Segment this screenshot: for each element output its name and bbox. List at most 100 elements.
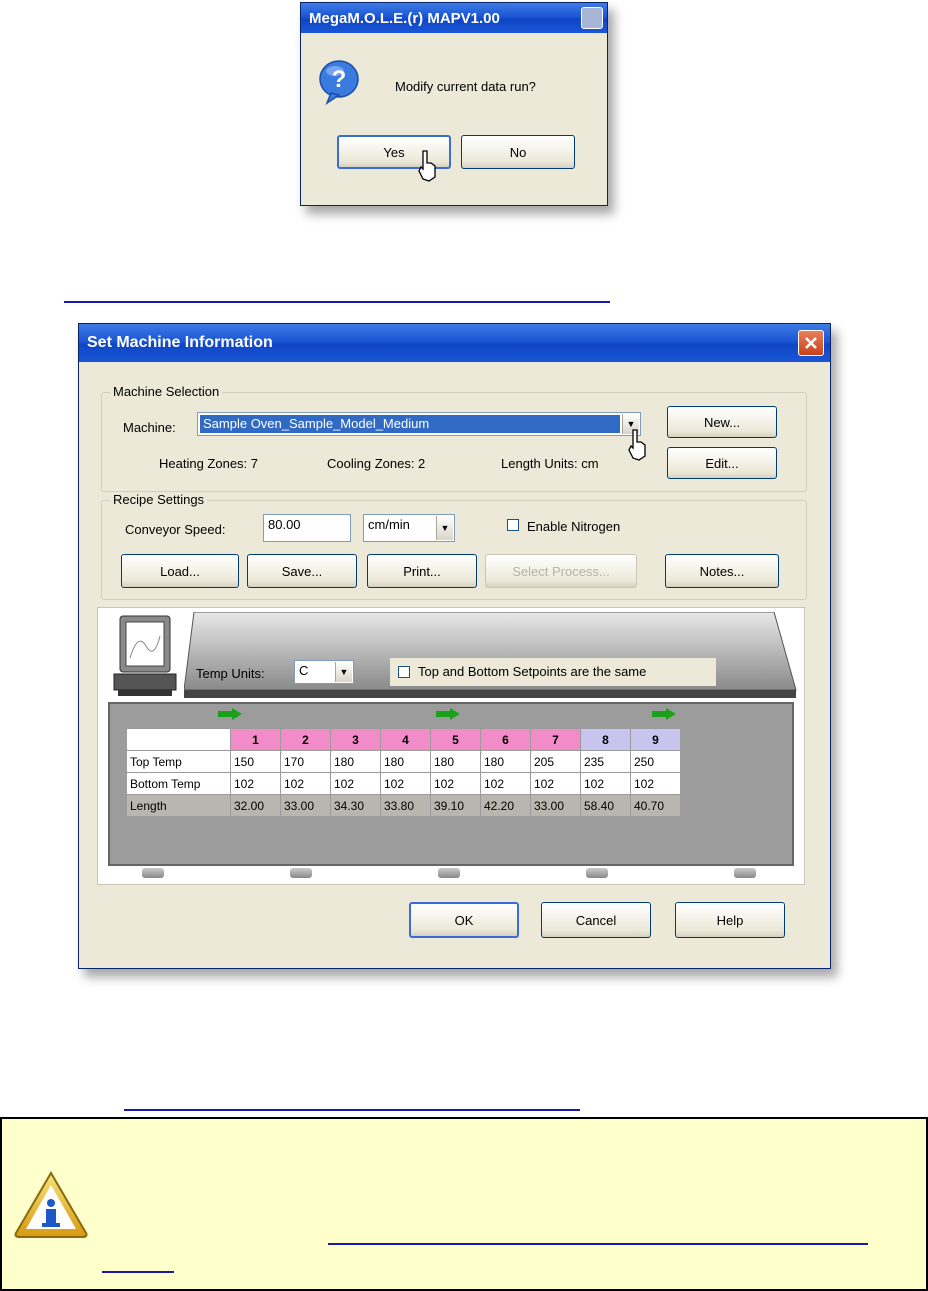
- select-process-button[interactable]: Select Process...: [485, 554, 637, 588]
- mouse-pointer-icon: [628, 429, 646, 461]
- chevron-down-icon[interactable]: ▼: [335, 662, 352, 682]
- length-cell: 32.00: [230, 794, 281, 817]
- set-machine-dialog-title: Set Machine Information: [87, 334, 273, 351]
- row-label: Top Temp: [126, 750, 231, 773]
- table-row: Top Temp 150 170 180 180 180 180 205 235…: [126, 750, 681, 773]
- confirm-dialog: MegaM.O.L.E.(r) MAPV1.00 ? Modify curren…: [300, 2, 608, 206]
- bottom-temp-cell[interactable]: 102: [630, 772, 681, 795]
- conveyor-speed-input[interactable]: 80.00: [263, 514, 351, 542]
- set-machine-dialog-title-bar: Set Machine Information: [79, 324, 830, 362]
- notes-button[interactable]: Notes...: [665, 554, 779, 588]
- zone-header: 7: [530, 728, 581, 751]
- top-temp-cell[interactable]: 170: [280, 750, 331, 773]
- top-temp-cell[interactable]: 150: [230, 750, 281, 773]
- info-icon: [14, 1171, 88, 1238]
- length-cell: 34.30: [330, 794, 381, 817]
- svg-text:?: ?: [332, 66, 347, 93]
- length-cell: 33.00: [280, 794, 331, 817]
- close-icon[interactable]: [581, 7, 603, 29]
- length-cell: 39.10: [430, 794, 481, 817]
- hyperlink-underline[interactable]: [64, 301, 610, 303]
- bottom-temp-cell[interactable]: 102: [430, 772, 481, 795]
- zone-header: 5: [430, 728, 481, 751]
- enable-nitrogen-checkbox[interactable]: [507, 519, 519, 531]
- bottom-temp-cell[interactable]: 102: [230, 772, 281, 795]
- close-button[interactable]: [798, 330, 824, 356]
- length-cell: 42.20: [480, 794, 531, 817]
- top-temp-cell[interactable]: 235: [580, 750, 631, 773]
- top-temp-cell[interactable]: 205: [530, 750, 581, 773]
- new-machine-button[interactable]: New...: [667, 406, 777, 438]
- oven-foot: [290, 868, 312, 878]
- bottom-temp-cell[interactable]: 102: [530, 772, 581, 795]
- temp-units-value: C: [299, 663, 309, 678]
- cancel-button[interactable]: Cancel: [541, 902, 651, 938]
- top-temp-cell[interactable]: 180: [330, 750, 381, 773]
- same-setpoints-label: Top and Bottom Setpoints are the same: [418, 664, 647, 679]
- oven-foot: [586, 868, 608, 878]
- length-cell: 58.40: [580, 794, 631, 817]
- conveyor-speed-label: Conveyor Speed:: [125, 522, 226, 537]
- speed-units-select[interactable]: cm/min ▼: [363, 514, 455, 542]
- bottom-temp-cell[interactable]: 102: [280, 772, 331, 795]
- bottom-temp-cell[interactable]: 102: [330, 772, 381, 795]
- machine-select[interactable]: Sample Oven_Sample_Model_Medium ▼: [197, 412, 641, 436]
- oven-foot: [734, 868, 756, 878]
- same-setpoints-option[interactable]: Top and Bottom Setpoints are the same: [390, 658, 716, 686]
- set-machine-dialog: Set Machine Information Machine Selectio…: [78, 323, 831, 969]
- table-corner: [126, 728, 231, 751]
- zone-header: 3: [330, 728, 381, 751]
- zone-header: 9: [630, 728, 681, 751]
- temp-units-select[interactable]: C ▼: [294, 660, 354, 684]
- top-temp-cell[interactable]: 180: [430, 750, 481, 773]
- oven-foot: [438, 868, 460, 878]
- conveyor-direction-icon: [652, 708, 676, 720]
- length-cell: 33.00: [530, 794, 581, 817]
- hyperlink-underline[interactable]: [124, 1109, 580, 1111]
- bottom-temp-cell[interactable]: 102: [580, 772, 631, 795]
- save-button[interactable]: Save...: [247, 554, 357, 588]
- bottom-temp-cell[interactable]: 102: [380, 772, 431, 795]
- top-temp-cell[interactable]: 250: [630, 750, 681, 773]
- confirm-dialog-title: MegaM.O.L.E.(r) MAPV1.00: [309, 9, 500, 27]
- table-row: Length 32.00 33.00 34.30 33.80 39.10 42.…: [126, 794, 681, 817]
- hand-cursor-icon: [418, 150, 436, 182]
- row-label: Length: [126, 794, 231, 817]
- oven-foot: [142, 868, 164, 878]
- cooling-zones-text: Cooling Zones: 2: [327, 456, 426, 471]
- machine-label: Machine:: [123, 420, 176, 435]
- chevron-down-icon[interactable]: ▼: [436, 516, 453, 540]
- edit-machine-button[interactable]: Edit...: [667, 447, 777, 479]
- no-button[interactable]: No: [461, 135, 575, 169]
- row-label: Bottom Temp: [126, 772, 231, 795]
- temp-units-label: Temp Units:: [196, 666, 265, 681]
- ok-button[interactable]: OK: [409, 902, 519, 938]
- length-cell: 40.70: [630, 794, 681, 817]
- zone-setpoints-table: 1 2 3 4 5 6 7 8 9 Top Temp 150 170 180 1…: [126, 728, 681, 817]
- machine-selection-label: Machine Selection: [110, 384, 223, 399]
- heating-zones-text: Heating Zones: 7: [159, 456, 259, 471]
- computer-icon: [113, 615, 177, 696]
- top-temp-cell[interactable]: 180: [480, 750, 531, 773]
- bottom-temp-cell[interactable]: 102: [480, 772, 531, 795]
- enable-nitrogen-label: Enable Nitrogen: [527, 519, 621, 534]
- hyperlink-underline[interactable]: [328, 1243, 868, 1245]
- zone-header: 2: [280, 728, 331, 751]
- length-units-text: Length Units: cm: [501, 456, 599, 471]
- zone-header: 4: [380, 728, 431, 751]
- question-icon: ?: [319, 60, 359, 105]
- close-icon: [805, 337, 817, 349]
- help-button[interactable]: Help: [675, 902, 785, 938]
- conveyor-direction-icon: [436, 708, 460, 720]
- hyperlink-underline[interactable]: [102, 1271, 174, 1273]
- same-setpoints-checkbox[interactable]: [398, 666, 410, 678]
- print-button[interactable]: Print...: [367, 554, 477, 588]
- conveyor-direction-icon: [218, 708, 242, 720]
- confirm-message: Modify current data run?: [395, 79, 536, 94]
- length-cell: 33.80: [380, 794, 431, 817]
- zone-header: 8: [580, 728, 631, 751]
- top-temp-cell[interactable]: 180: [380, 750, 431, 773]
- load-button[interactable]: Load...: [121, 554, 239, 588]
- speed-units-value: cm/min: [368, 517, 410, 532]
- table-row: Bottom Temp 102 102 102 102 102 102 102 …: [126, 772, 681, 795]
